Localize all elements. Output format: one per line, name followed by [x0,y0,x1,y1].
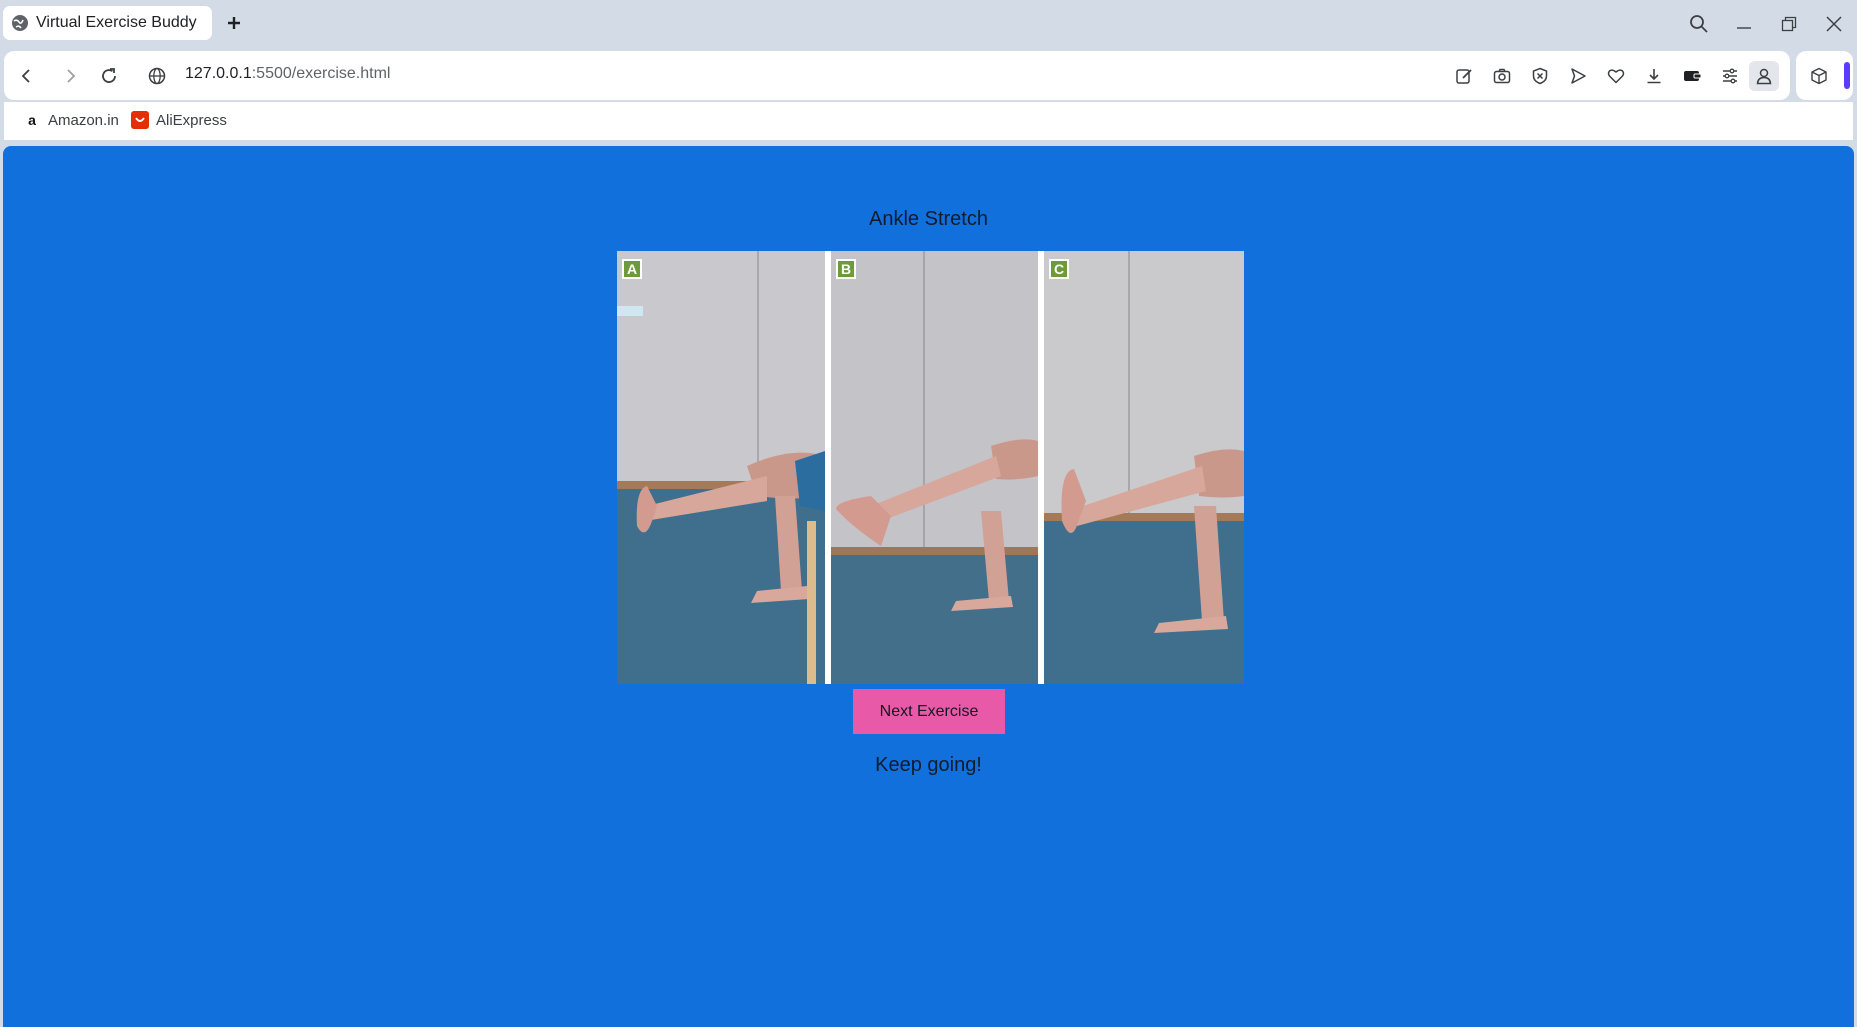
forward-button[interactable] [58,64,82,88]
extensions-button[interactable] [1807,64,1831,88]
url-field[interactable]: 127.0.0.1:5500/exercise.html [185,65,390,83]
exercise-photo-b: B [831,251,1038,684]
close-window-button[interactable] [1820,10,1848,38]
bookmarks-bar: a Amazon.in AliExpress [4,102,1853,140]
amazon-icon: a [28,112,36,128]
next-exercise-button[interactable]: Next Exercise [853,689,1005,734]
plus-icon [228,17,240,29]
arrow-right-icon [67,69,76,83]
edit-button[interactable] [1452,64,1476,88]
panel-label: A [622,259,642,279]
encouragement-text: Keep going! [875,754,982,776]
sliders-icon [1723,68,1737,84]
minimize-button[interactable] [1730,10,1758,38]
minimize-icon [1737,27,1751,29]
settings-button[interactable] [1718,64,1742,88]
exercise-photo-c: C [1044,251,1244,684]
sidebar-accent-bar[interactable] [1844,62,1850,89]
close-icon [1826,16,1842,32]
new-tab-button[interactable] [222,11,246,35]
browser-toolbar: 127.0.0.1:5500/exercise.html [0,50,1857,102]
reload-button[interactable] [97,64,121,88]
arrow-left-icon [21,69,30,83]
tab-strip: Virtual Exercise Buddy [0,0,1857,50]
bookmark-amazon[interactable]: a Amazon.in [23,111,119,129]
url-path: :5500/exercise.html [251,65,391,82]
bookmark-aliexpress[interactable]: AliExpress [131,111,227,129]
browser-tab[interactable]: Virtual Exercise Buddy [3,6,212,40]
download-icon [1647,69,1661,84]
panel-label: B [836,259,856,279]
favorites-button[interactable] [1604,64,1628,88]
globe-icon [148,67,166,85]
side-panel-area [1796,51,1853,100]
address-bar-container: 127.0.0.1:5500/exercise.html [4,51,1790,100]
user-icon [1756,68,1772,85]
cube-icon [1811,67,1827,85]
camera-icon [1493,68,1511,84]
exercise-image-strip: A B C [617,251,1244,684]
edit-icon [1456,69,1472,84]
reload-icon [102,68,116,83]
restore-button[interactable] [1775,10,1803,38]
shield-x-icon [1532,67,1548,85]
wallet-icon [1684,71,1702,81]
panel-label: C [1049,259,1069,279]
url-host: 127.0.0.1 [185,65,252,82]
restore-icon [1781,16,1797,32]
aliexpress-icon [131,111,149,129]
profile-button[interactable] [1749,61,1779,91]
send-button[interactable] [1566,64,1590,88]
heart-icon [1607,69,1625,84]
page-viewport: Ankle Stretch A B C Next Exercise Keep g… [3,146,1854,1027]
bookmark-label: Amazon.in [48,111,119,129]
site-info-button[interactable] [145,64,169,88]
tab-title: Virtual Exercise Buddy [36,14,197,31]
adblock-button[interactable] [1528,64,1552,88]
globe-icon [12,15,28,31]
search-icon [1690,15,1708,33]
exercise-photo-a: A [617,251,825,684]
back-button[interactable] [15,64,39,88]
send-icon [1571,68,1586,84]
exercise-title: Ankle Stretch [869,208,988,230]
bookmark-label: AliExpress [156,111,227,129]
screenshot-button[interactable] [1490,64,1514,88]
wallet-button[interactable] [1680,64,1704,88]
search-tabs-button[interactable] [1685,10,1713,38]
downloads-button[interactable] [1642,64,1666,88]
